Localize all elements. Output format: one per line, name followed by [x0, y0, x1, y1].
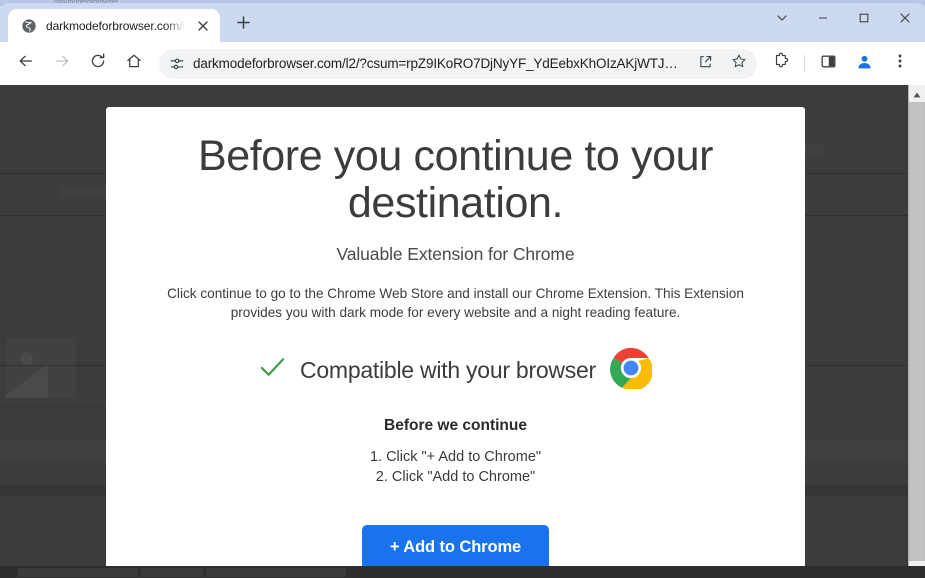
arrow-left-icon — [17, 52, 35, 75]
star-icon — [731, 53, 747, 74]
compatibility-row: Compatible with your browser — [146, 347, 765, 394]
close-icon — [899, 11, 911, 29]
browser-window: darkmodeforbrowser.com/l2/?c — [0, 3, 925, 578]
window-controls — [761, 3, 925, 37]
arrow-right-icon — [53, 52, 71, 75]
chrome-menu-button[interactable] — [885, 49, 915, 79]
triangle-up-icon — [913, 85, 921, 103]
tab-strip: darkmodeforbrowser.com/l2/?c — [0, 3, 925, 42]
page-content: Before you continue to your destination.… — [0, 85, 908, 578]
compatibility-text: Compatible with your browser — [300, 356, 596, 383]
tab-close-button[interactable] — [194, 17, 212, 35]
puzzle-piece-icon — [772, 52, 790, 75]
before-we-continue-heading: Before we continue — [384, 416, 527, 434]
scrollbar-thumb[interactable] — [909, 102, 925, 561]
browser-toolbar: darkmodeforbrowser.com/l2/?csum=rpZ9IKoR… — [0, 42, 925, 85]
taskbar-item — [141, 567, 203, 577]
interstitial-card: Before you continue to your destination.… — [106, 107, 805, 578]
broken-image-placeholder-icon — [6, 338, 76, 398]
maximize-button[interactable] — [843, 3, 884, 37]
split-view-button[interactable] — [813, 49, 843, 79]
scrollbar-track[interactable] — [909, 102, 925, 561]
tune-sliders-icon[interactable] — [168, 55, 185, 72]
instruction-steps: 1. Click "+ Add to Chrome" 2. Click "Add… — [146, 447, 765, 487]
browser-tab[interactable]: darkmodeforbrowser.com/l2/?c — [8, 9, 220, 42]
avatar-icon — [855, 52, 874, 76]
maximize-icon — [858, 11, 870, 29]
ghost-block — [0, 400, 108, 402]
chevron-down-icon — [776, 11, 788, 29]
minimize-icon — [817, 11, 829, 29]
share-icon — [698, 54, 713, 74]
plus-icon — [236, 16, 250, 34]
description-text: Click continue to go to the Chrome Web S… — [167, 285, 744, 321]
page-scrollbar[interactable] — [908, 85, 925, 578]
extensions-button[interactable] — [766, 49, 796, 79]
page-title: Before you continue to your destination. — [197, 132, 714, 228]
minimize-button[interactable] — [802, 3, 843, 37]
window-close-button[interactable] — [884, 3, 925, 37]
profile-button[interactable] — [849, 49, 879, 79]
checkmark-icon — [259, 354, 286, 386]
home-button[interactable] — [119, 49, 149, 79]
ghost-block — [60, 186, 108, 198]
scrollbar-up-button[interactable] — [909, 85, 925, 102]
bookmark-button[interactable] — [726, 51, 752, 77]
globe-icon — [21, 18, 37, 34]
list-item: 1. Click "+ Add to Chrome" — [369, 448, 542, 465]
page-subtitle: Valuable Extension for Chrome — [336, 243, 575, 264]
taskbar-strip — [0, 566, 925, 578]
tab-title: darkmodeforbrowser.com/l2/?c — [46, 18, 185, 33]
toolbar-divider — [804, 55, 805, 72]
taskbar-item — [206, 567, 346, 577]
share-button[interactable] — [692, 51, 718, 77]
page-viewport: Before you continue to your destination.… — [0, 85, 925, 578]
address-bar-url[interactable]: darkmodeforbrowser.com/l2/?csum=rpZ9IKoR… — [193, 56, 684, 71]
reload-button[interactable] — [83, 49, 113, 79]
taskbar-item — [18, 567, 138, 577]
three-dot-menu-icon — [892, 53, 908, 74]
address-bar[interactable]: darkmodeforbrowser.com/l2/?csum=rpZ9IKoR… — [159, 48, 757, 79]
chrome-logo-icon — [610, 347, 653, 394]
split-panel-icon — [820, 53, 837, 75]
new-tab-button[interactable] — [229, 11, 257, 39]
cta-container: + Add to Chrome — [146, 524, 765, 571]
list-item: 2. Click "Add to Chrome" — [375, 468, 536, 485]
home-icon — [125, 52, 143, 75]
reload-icon — [89, 52, 107, 75]
add-to-chrome-button[interactable]: + Add to Chrome — [361, 524, 550, 571]
tab-search-button[interactable] — [761, 3, 802, 37]
forward-button[interactable] — [47, 49, 77, 79]
back-button[interactable] — [11, 49, 41, 79]
